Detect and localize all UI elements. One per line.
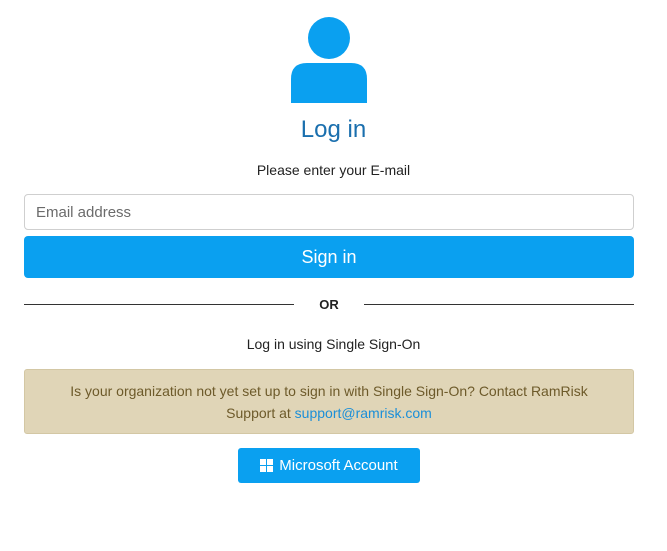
or-divider: OR: [24, 295, 634, 315]
microsoft-account-label: Microsoft Account: [279, 457, 398, 474]
sign-in-button[interactable]: Sign in: [24, 236, 634, 278]
microsoft-account-button[interactable]: Microsoft Account: [238, 448, 420, 483]
support-email-link[interactable]: support@ramrisk.com: [295, 405, 432, 421]
email-field[interactable]: [24, 194, 634, 230]
windows-logo-icon: [260, 459, 274, 472]
login-page: Log in Please enter your E-mail Sign in …: [0, 0, 667, 551]
email-prompt: Please enter your E-mail: [256, 162, 411, 178]
sso-heading: Log in using Single Sign-On: [246, 336, 421, 352]
sso-notice: Is your organization not yet set up to s…: [24, 369, 634, 434]
user-avatar-icon: [291, 17, 367, 103]
or-label: OR: [319, 297, 339, 312]
divider-line-right: [364, 304, 634, 305]
page-title: Log in: [300, 116, 367, 143]
